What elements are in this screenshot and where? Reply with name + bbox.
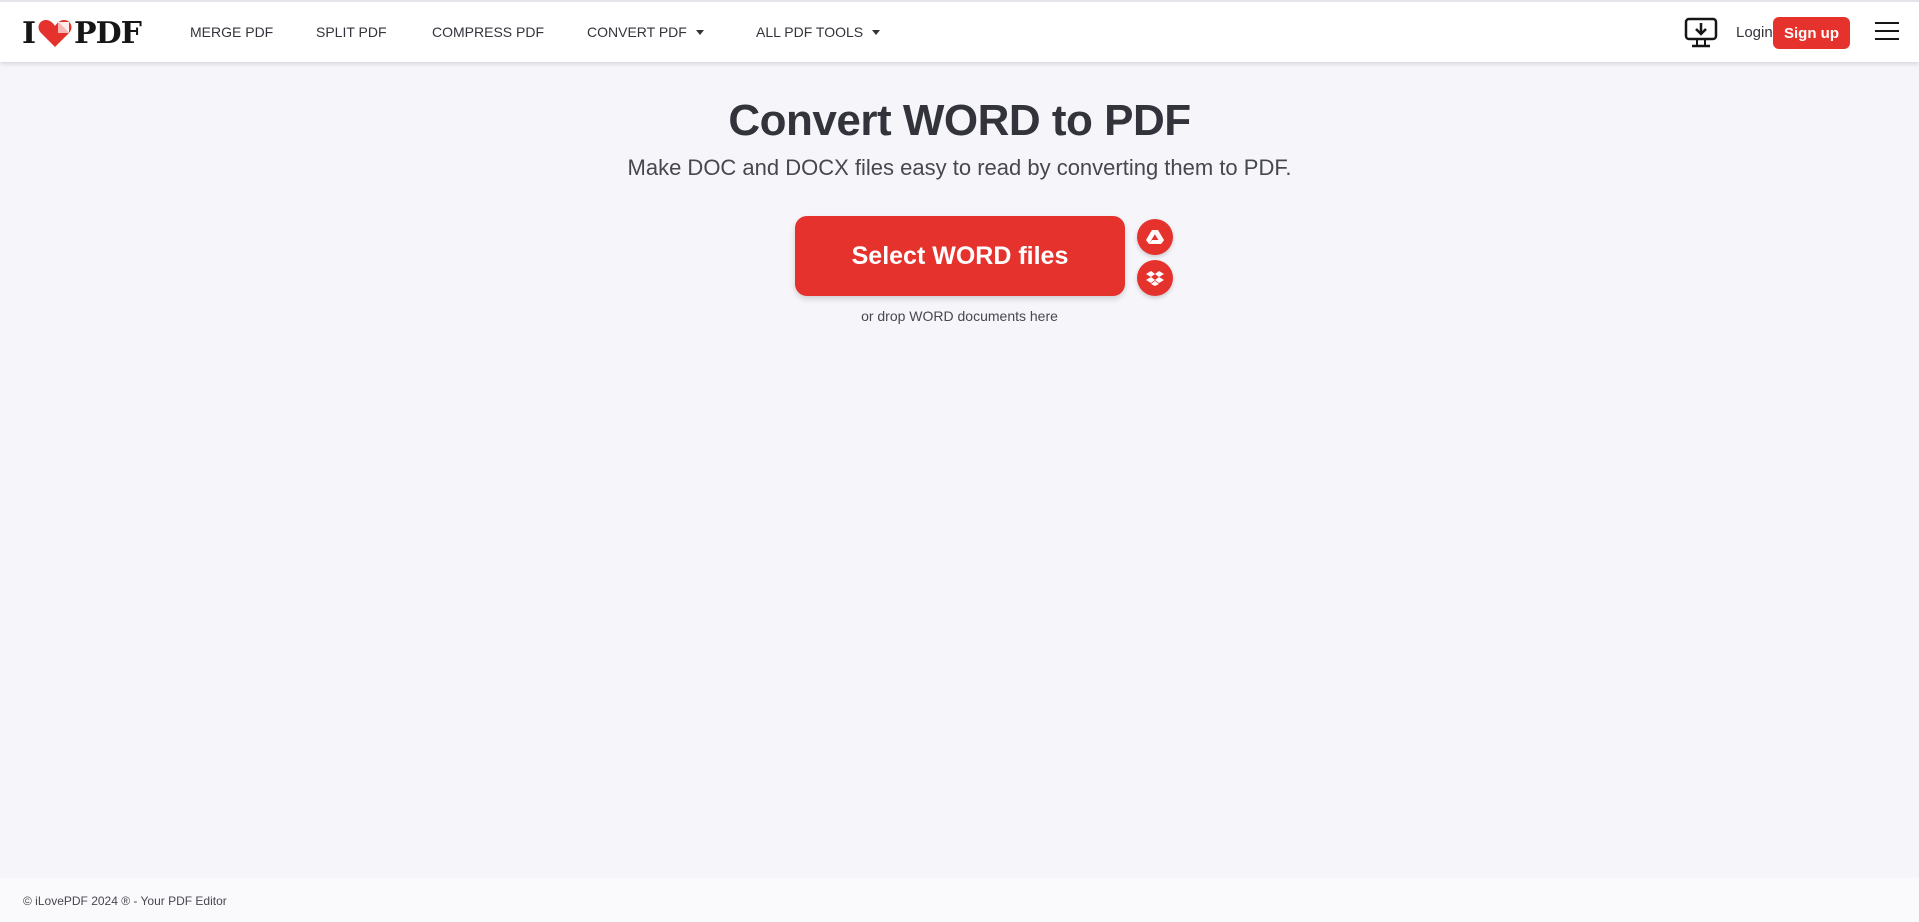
google-drive-icon — [1146, 230, 1164, 244]
google-drive-button[interactable] — [1137, 219, 1173, 255]
hamburger-menu-icon[interactable] — [1875, 22, 1899, 42]
heart-icon — [38, 20, 72, 47]
nav-compress-pdf[interactable]: COMPRESS PDF — [432, 2, 544, 62]
nav-label: COMPRESS PDF — [432, 24, 545, 40]
main-content: Convert WORD to PDF Make DOC and DOCX fi… — [0, 62, 1919, 878]
desktop-download-icon[interactable] — [1684, 17, 1718, 49]
caret-down-icon — [872, 29, 881, 35]
ilovepdf-logo[interactable]: I PDF — [22, 15, 142, 51]
select-files-button[interactable]: Select WORD files — [795, 216, 1125, 296]
nav-label: MERGE PDF — [190, 24, 274, 40]
signup-button[interactable]: Sign up — [1773, 17, 1850, 49]
site-footer: © iLovePDF 2024 ® - Your PDF Editor — [0, 878, 1919, 922]
nav-all-pdf-tools[interactable]: ALL PDF TOOLS — [756, 2, 881, 62]
page-subtitle: Make DOC and DOCX files easy to read by … — [627, 155, 1292, 180]
login-link[interactable]: Login — [1736, 2, 1773, 62]
caret-down-icon — [695, 29, 704, 35]
copyright-text: © iLovePDF 2024 ® - Your PDF Editor — [23, 894, 227, 908]
nav-convert-pdf[interactable]: CONVERT PDF — [587, 2, 704, 62]
nav-label: ALL PDF TOOLS — [756, 24, 864, 40]
site-header: I PDF MERGE PDF SPLIT PDF COMPRESS PDF C… — [0, 2, 1919, 62]
nav-merge-pdf[interactable]: MERGE PDF — [190, 2, 273, 62]
page-title: Convert WORD to PDF — [728, 96, 1191, 145]
nav-label: CONVERT PDF — [587, 24, 687, 40]
drop-hint: or drop WORD documents here — [861, 308, 1058, 324]
dropbox-icon — [1146, 271, 1164, 286]
nav-label: SPLIT PDF — [316, 24, 387, 40]
dropbox-button[interactable] — [1137, 260, 1173, 296]
logo-text-pdf: PDF — [74, 15, 142, 51]
logo-text-i: I — [22, 15, 36, 51]
nav-split-pdf[interactable]: SPLIT PDF — [316, 2, 387, 62]
